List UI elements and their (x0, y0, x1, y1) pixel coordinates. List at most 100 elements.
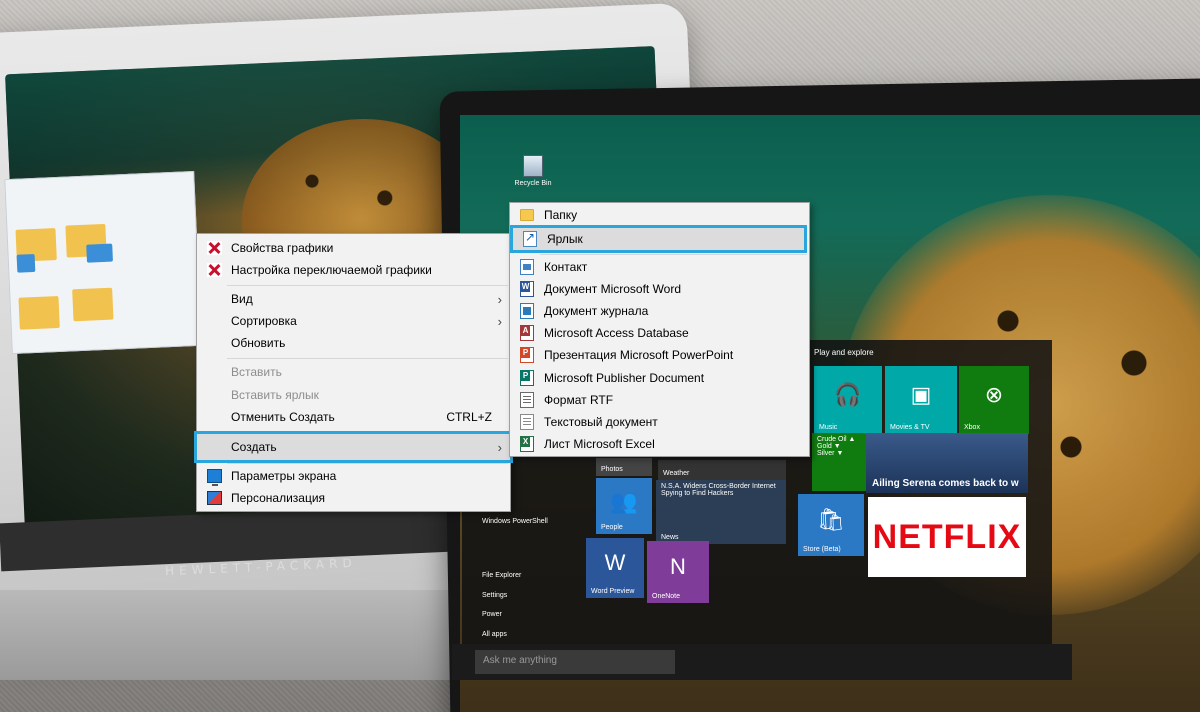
menu-item-paste-shortcut[interactable]: Вставить ярлык (197, 384, 510, 406)
submenu-item-journal[interactable]: Документ журнала (510, 300, 809, 322)
tile-photos[interactable]: Photos (596, 458, 652, 476)
submenu-item-folder[interactable]: Папку (510, 204, 809, 226)
chevron-right-icon: › (497, 439, 502, 455)
menu-separator (227, 285, 508, 286)
tile-onenote[interactable]: N OneNote (647, 541, 709, 603)
rtf-icon (520, 392, 534, 408)
start-item-powershell[interactable]: Windows PowerShell (482, 518, 548, 525)
personalization-icon (207, 491, 222, 505)
tile-news-headline[interactable]: Ailing Serena comes back to w (866, 433, 1028, 493)
recycle-bin[interactable]: Recycle Bin (512, 155, 554, 187)
tile-weather-label: Weather (663, 470, 690, 477)
tile-xbox-label: Xbox (964, 424, 980, 431)
file-explorer-window (4, 170, 202, 355)
menu-item-label: Вставить (231, 365, 282, 379)
start-item-all-apps[interactable]: All apps (482, 631, 507, 638)
menu-item-new[interactable]: Создать › (194, 431, 513, 463)
submenu-item-excel[interactable]: Лист Microsoft Excel (510, 433, 809, 455)
menu-item-label: Отменить Создать (231, 410, 335, 424)
submenu-item-access[interactable]: Microsoft Access Database (510, 322, 809, 344)
start-item-file-explorer[interactable]: File Explorer (482, 572, 521, 579)
tile-music[interactable]: 🎧 Music (814, 366, 882, 434)
tile-store[interactable]: 🛍 Store (Beta) (798, 494, 864, 556)
submenu-item-powerpoint[interactable]: Презентация Microsoft PowerPoint (510, 344, 809, 366)
menu-item-label: Персонализация (231, 491, 326, 505)
chevron-right-icon: › (497, 313, 502, 329)
submenu-item-label: Папку (544, 208, 578, 222)
submenu-item-text-document[interactable]: Текстовый документ (510, 411, 809, 433)
tile-movies[interactable]: ▣ Movies & TV (885, 366, 957, 434)
tile-money-label: Crude Oil ▲ Gold ▼ Silver ▼ (817, 436, 856, 457)
tile-news-text: N.S.A. Widens Cross-Border Internet Spyi… (661, 483, 776, 497)
music-folder-icon (72, 287, 114, 322)
tile-word[interactable]: W Word Preview (586, 538, 644, 598)
journal-icon (520, 303, 534, 319)
menu-item-label: Свойства графики (231, 241, 334, 255)
cortana-search-box[interactable]: Ask me anything (475, 650, 675, 674)
submenu-item-label: Текстовый документ (544, 415, 658, 429)
submenu-item-publisher[interactable]: Microsoft Publisher Document (510, 367, 809, 389)
submenu-item-contact[interactable]: Контакт (510, 256, 809, 278)
start-item-settings[interactable]: Settings (482, 592, 507, 599)
submenu-item-label: Microsoft Publisher Document (544, 371, 705, 385)
word-icon: W (604, 550, 626, 576)
tile-onenote-label: OneNote (652, 593, 681, 600)
tile-photos-label: Photos (601, 466, 623, 473)
tile-word-label: Word Preview (591, 588, 635, 595)
access-icon (520, 325, 534, 341)
menu-item-refresh[interactable]: Обновить (197, 332, 510, 354)
tile-news[interactable]: N.S.A. Widens Cross-Border Internet Spyi… (656, 480, 786, 544)
menu-item-view[interactable]: Вид › (197, 288, 510, 310)
headphones-icon: 🎧 (834, 381, 862, 407)
menu-item-undo-create[interactable]: Отменить Создать CTRL+Z (197, 406, 510, 428)
excel-icon (520, 436, 534, 452)
tile-news-headline-text: Ailing Serena comes back to w (872, 478, 1019, 489)
new-submenu: Папку Ярлык Контакт Документ Microsoft W… (509, 202, 810, 457)
menu-item-shortcut: CTRL+Z (446, 410, 492, 424)
menu-item-sort[interactable]: Сортировка › (197, 310, 510, 332)
text-document-icon (520, 414, 534, 430)
tile-xbox[interactable]: ⊗ Xbox (959, 366, 1029, 434)
menu-item-display-settings[interactable]: Параметры экрана (197, 465, 510, 487)
download-icon (16, 253, 36, 273)
menu-item-personalize[interactable]: Персонализация (197, 487, 510, 509)
menu-item-label: Настройка переключаемой графики (231, 263, 432, 277)
menu-item-graphics-properties[interactable]: Свойства графики (197, 237, 510, 259)
menu-item-switchable-graphics[interactable]: Настройка переключаемой графики (197, 259, 510, 281)
desktop-icon (86, 243, 113, 263)
folder-icon (18, 295, 60, 330)
tile-people[interactable]: 👥 People (596, 478, 652, 534)
menu-item-label: Параметры экрана (231, 469, 337, 483)
submenu-item-label: Презентация Microsoft PowerPoint (544, 348, 734, 362)
menu-item-label: Вставить ярлык (231, 388, 319, 402)
submenu-item-label: Документ журнала (544, 304, 649, 318)
submenu-item-label: Контакт (544, 260, 588, 274)
menu-item-label: Создать (231, 440, 277, 454)
onenote-icon: N (670, 554, 686, 580)
menu-separator (227, 358, 508, 359)
menu-separator (227, 431, 508, 432)
tile-weather[interactable]: Weather (658, 460, 786, 480)
submenu-item-rtf[interactable]: Формат RTF (510, 389, 809, 411)
menu-separator (540, 254, 807, 255)
tile-music-label: Music (819, 424, 838, 431)
start-item-power[interactable]: Power (482, 611, 502, 618)
folder-icon (520, 209, 534, 221)
people-icon: 👥 (610, 488, 638, 514)
powerpoint-icon (520, 347, 534, 363)
tile-news-label: News (661, 534, 679, 541)
submenu-item-word[interactable]: Документ Microsoft Word (510, 278, 809, 300)
xbox-icon: ⊗ (984, 381, 1004, 407)
submenu-item-shortcut[interactable]: Ярлык (510, 225, 807, 253)
shortcut-icon (523, 230, 537, 247)
menu-item-label: Обновить (231, 336, 286, 350)
tile-people-label: People (601, 524, 623, 531)
tile-movies-label: Movies & TV (890, 424, 930, 431)
play-and-explore-label: Play and explore (814, 348, 874, 357)
tile-netflix[interactable]: NETFLIX (868, 497, 1026, 577)
menu-item-paste[interactable]: Вставить (197, 361, 510, 383)
submenu-item-label: Документ Microsoft Word (544, 282, 682, 296)
chevron-right-icon: › (497, 291, 502, 307)
submenu-item-label: Microsoft Access Database (544, 326, 689, 340)
publisher-icon (520, 370, 534, 386)
